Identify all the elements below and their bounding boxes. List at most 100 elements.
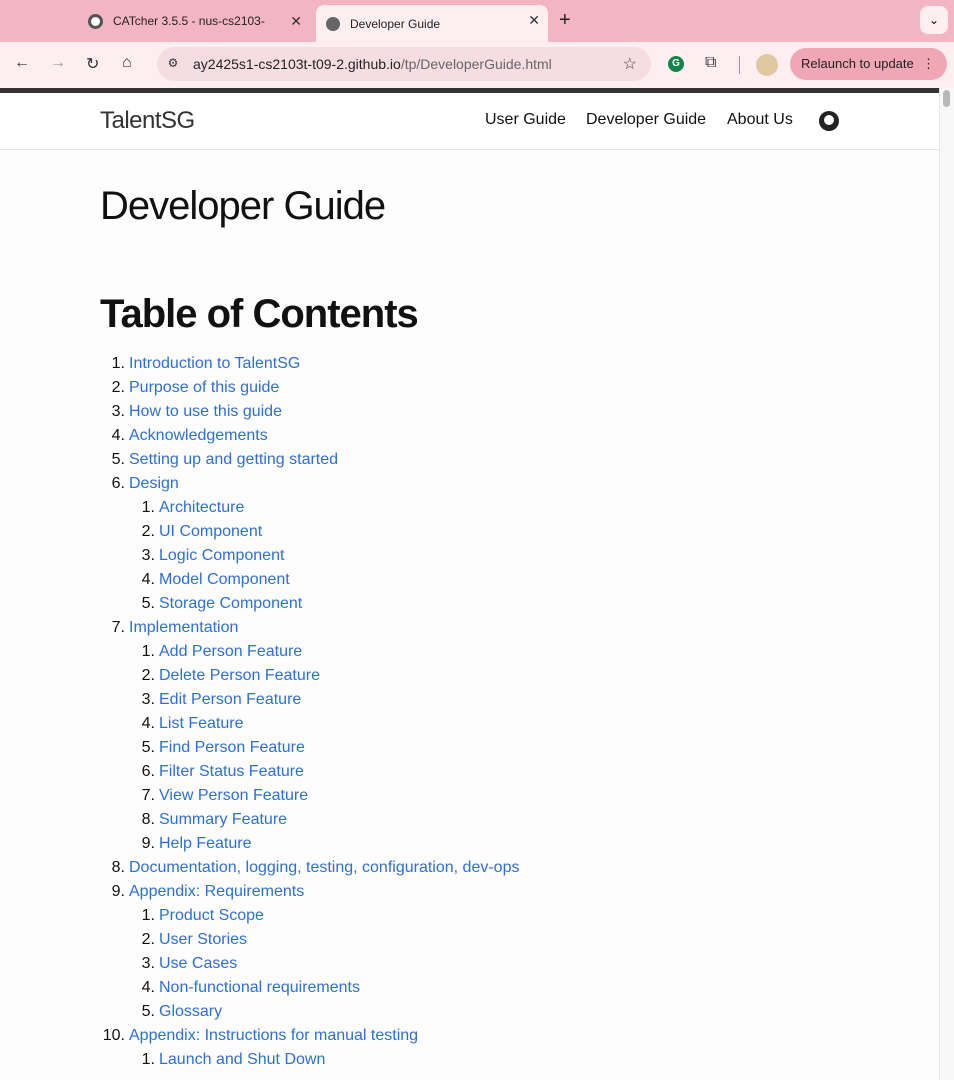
toc-link[interactable]: Use Cases <box>159 952 237 976</box>
toc-item-number: 2. <box>141 931 155 948</box>
toc-item: 2. User Stories <box>0 928 939 952</box>
toc-item: 2. Delete Person Feature <box>0 664 939 688</box>
toc-item-number: 5. <box>111 451 125 468</box>
toc-link[interactable]: Setting up and getting started <box>129 448 338 472</box>
toc-item-number: 4. <box>111 427 125 444</box>
toc-link[interactable]: Delete Person Feature <box>159 664 320 688</box>
toc-link[interactable]: Product Scope <box>159 904 264 928</box>
toc-link[interactable]: Appendix: Instructions for manual testin… <box>129 1024 418 1048</box>
toc-link[interactable]: Add Person Feature <box>159 640 302 664</box>
toc-item-number: 1. <box>141 643 155 660</box>
toc-item-number: 5. <box>141 739 155 756</box>
toc-link[interactable]: Edit Person Feature <box>159 688 301 712</box>
tab-search-icon[interactable]: ⌄ <box>920 6 948 34</box>
toc-item: 2. Purpose of this guide <box>0 376 939 400</box>
relaunch-button[interactable]: Relaunch to update ⋮ <box>790 48 947 80</box>
toc-link[interactable]: Documentation, logging, testing, configu… <box>129 856 519 880</box>
site-settings-icon[interactable]: ⚙ <box>165 55 181 71</box>
home-icon[interactable]: ⌂ <box>122 54 132 72</box>
toc-link[interactable]: Find Person Feature <box>159 736 305 760</box>
toc-item-number: 5. <box>141 1003 155 1020</box>
toc-link[interactable]: Introduction to TalentSG <box>129 352 300 376</box>
toc-link[interactable]: Glossary <box>159 1000 222 1024</box>
toc-item-number: 1. <box>141 907 155 924</box>
tab-developer-guide[interactable]: Developer Guide ✕ <box>316 5 548 42</box>
toc-item: 5. Setting up and getting started <box>0 448 939 472</box>
toc-item-number: 2. <box>141 667 155 684</box>
toc-item-number: 4. <box>141 979 155 996</box>
toc-item-number: 9. <box>111 883 125 900</box>
scrollbar[interactable] <box>939 88 954 1080</box>
url-path: /tp/DeveloperGuide.html <box>400 56 552 72</box>
toc-link[interactable]: Launch and Shut Down <box>159 1048 325 1072</box>
toc-link[interactable]: Storage Component <box>159 592 302 616</box>
toc-link[interactable]: User Stories <box>159 928 247 952</box>
back-icon[interactable]: ← <box>14 54 30 72</box>
toc-link[interactable]: Non-functional requirements <box>159 976 360 1000</box>
toc-item: 5. Find Person Feature <box>0 736 939 760</box>
toc-item: 3. Use Cases <box>0 952 939 976</box>
toc-item-number: 1. <box>111 355 125 372</box>
toc-item-number: 3. <box>141 955 155 972</box>
grammarly-extension-icon[interactable]: G <box>668 56 684 72</box>
toc-link[interactable]: UI Component <box>159 520 262 544</box>
toc-item-number: 1. <box>141 499 155 516</box>
close-tab-icon[interactable]: ✕ <box>290 13 302 30</box>
toc-item: 6. Filter Status Feature <box>0 760 939 784</box>
toc-item-number: 6. <box>141 763 155 780</box>
toc-item: 6. Design <box>0 472 939 496</box>
menu-dots-icon[interactable]: ⋮ <box>922 48 935 80</box>
toc-link[interactable]: Summary Feature <box>159 808 287 832</box>
globe-favicon-icon <box>326 16 340 31</box>
toc-link[interactable]: Model Component <box>159 568 290 592</box>
url-text[interactable]: ay2425s1-cs2103t-t09-2.github.io/tp/Deve… <box>193 56 552 72</box>
nav-about-us[interactable]: About Us <box>727 111 793 129</box>
toc-link[interactable]: Design <box>129 472 179 496</box>
tab-catcher[interactable]: CATcher 3.5.5 - nus-cs2103- ✕ <box>80 6 310 36</box>
profile-avatar[interactable] <box>756 54 778 76</box>
toc-link[interactable]: Purpose of this guide <box>129 376 279 400</box>
toc-item: 1. Product Scope <box>0 904 939 928</box>
nav-user-guide[interactable]: User Guide <box>485 111 566 129</box>
toc-link[interactable]: Acknowledgements <box>129 424 268 448</box>
tab-title: Developer Guide <box>350 16 441 31</box>
toc-link[interactable]: Appendix: Requirements <box>129 880 304 904</box>
toc-item-number: 3. <box>111 403 125 420</box>
toc-link[interactable]: Help Feature <box>159 832 252 856</box>
close-tab-icon[interactable]: ✕ <box>528 12 540 29</box>
toc-link[interactable]: Implementation <box>129 616 238 640</box>
extensions-icon[interactable]: ⧉ <box>705 54 716 72</box>
toc-item-number: 8. <box>141 811 155 828</box>
toc-item: 4. Model Component <box>0 568 939 592</box>
toc-link[interactable]: View Person Feature <box>159 784 308 808</box>
toc-item-number: 6. <box>111 475 125 492</box>
new-tab-icon[interactable]: + <box>559 9 571 32</box>
toc-item: 7. View Person Feature <box>0 784 939 808</box>
bookmark-star-icon[interactable]: ☆ <box>623 54 637 74</box>
forward-icon[interactable]: → <box>50 54 66 72</box>
github-icon[interactable] <box>819 111 839 131</box>
site-brand[interactable]: TalentSG <box>100 107 195 135</box>
toc-link[interactable]: List Feature <box>159 712 243 736</box>
toc-item: 10. Appendix: Instructions for manual tes… <box>0 1024 939 1048</box>
catcher-favicon-icon <box>88 13 103 29</box>
browser-tab-bar: CATcher 3.5.5 - nus-cs2103- ✕ Developer … <box>0 0 954 42</box>
toc-item: 5. Storage Component <box>0 592 939 616</box>
toc-item: 9. Help Feature <box>0 832 939 856</box>
reload-icon[interactable]: ↻ <box>86 54 99 74</box>
toc-link[interactable]: Logic Component <box>159 544 284 568</box>
toc-item-number: 2. <box>141 523 155 540</box>
toc-link[interactable]: How to use this guide <box>129 400 282 424</box>
toc-item: 1. Add Person Feature <box>0 640 939 664</box>
toc-heading: Table of Contents <box>100 292 419 336</box>
toc-item-number: 7. <box>111 619 125 636</box>
scrollbar-thumb[interactable] <box>943 90 950 107</box>
toc-item-number: 4. <box>141 715 155 732</box>
toc-item: 1. Architecture <box>0 496 939 520</box>
nav-developer-guide[interactable]: Developer Guide <box>586 111 706 129</box>
toc-item: 9. Appendix: Requirements <box>0 880 939 904</box>
toc-link[interactable]: Architecture <box>159 496 244 520</box>
toc-item: 3. Logic Component <box>0 544 939 568</box>
toc-link[interactable]: Filter Status Feature <box>159 760 304 784</box>
address-bar[interactable]: ⚙ ay2425s1-cs2103t-t09-2.github.io/tp/De… <box>157 47 651 81</box>
